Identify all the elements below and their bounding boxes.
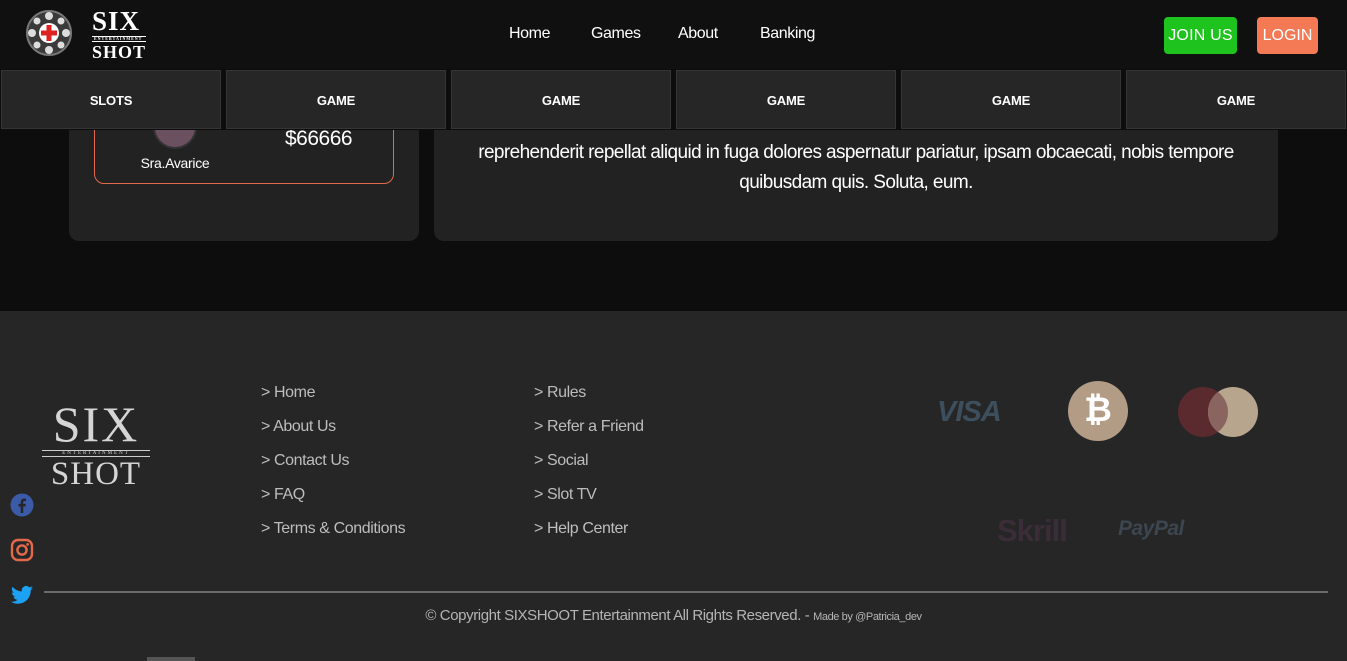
winner-name: Sra.Avarice [140,155,210,171]
bitcoin-icon: ₿ [1068,381,1128,441]
footer-logo-bottom: SHOT [50,456,142,492]
nav-banking[interactable]: Banking [760,25,815,43]
category-slots[interactable]: SLOTS [1,70,221,129]
category-game[interactable]: GAME [451,70,671,129]
visa-logo: VISA [937,396,1002,428]
footer-link-refer[interactable]: > Refer a Friend [534,418,644,452]
footer-logo[interactable]: SIX ENTERTAINMENT SHOT [42,399,150,491]
description-text: reprehenderit repellat aliquid in fuga d… [478,142,1234,193]
category-game[interactable]: GAME [1126,70,1346,129]
category-bar: SLOTS GAME GAME GAME GAME GAME [0,69,1347,130]
join-us-button[interactable]: JOIN US [1164,17,1237,54]
footer-link-rules[interactable]: > Rules [534,384,644,418]
footer-link-social[interactable]: > Social [534,452,644,486]
copyright-text: © Copyright SIXSHOOT Entertainment All R… [425,607,814,624]
footer-link-about[interactable]: > About Us [261,418,405,452]
paypal-logo: PayPal [1118,517,1184,540]
footer-divider [44,591,1328,593]
footer-link-contact[interactable]: > Contact Us [261,452,405,486]
footer-link-faq[interactable]: > FAQ [261,486,405,520]
top-navbar: SIX ENTERTAINMENT SHOT Home Games About … [0,0,1347,69]
footer-link-home[interactable]: > Home [261,384,405,418]
footer-links-col1: > Home > About Us > Contact Us > FAQ > T… [261,384,406,554]
logo-top-text: SIX [92,6,141,36]
nav-about[interactable]: About [678,25,718,43]
footer: SIX ENTERTAINMENT SHOT > Home > About Us… [0,311,1347,661]
footer-link-slot-tv[interactable]: > Slot TV [534,486,644,520]
instagram-icon[interactable] [10,538,34,562]
casino-chip-icon [26,10,72,56]
page: Sra.Avarice $66666 reprehenderit repella… [0,0,1347,661]
copyright: © Copyright SIXSHOOT Entertainment All R… [0,607,1347,624]
winner-amount: $66666 [285,127,353,150]
category-game[interactable]: GAME [901,70,1121,129]
nav-games[interactable]: Games [591,25,641,43]
login-button[interactable]: LOGIN [1257,17,1318,54]
facebook-icon[interactable] [10,493,34,517]
footer-link-help[interactable]: > Help Center [534,520,644,554]
nav-home[interactable]: Home [509,25,550,43]
category-game[interactable]: GAME [676,70,896,129]
made-by-link[interactable]: Made by @Patricia_dev [813,611,922,623]
logo-bottom-text: SHOT [92,42,147,62]
footer-link-terms[interactable]: > Terms & Conditions [261,520,406,554]
twitter-icon[interactable] [10,583,34,607]
horizontal-scrollbar[interactable] [147,657,195,661]
mastercard-icon [1178,387,1258,437]
category-game[interactable]: GAME [226,70,446,129]
footer-links-col2: > Rules > Refer a Friend > Social > Slot… [534,384,644,554]
bitcoin-symbol: ₿ [1084,391,1112,429]
site-logo[interactable]: SIX ENTERTAINMENT SHOT [92,6,147,62]
footer-logo-top: SIX [52,396,140,452]
skrill-logo: Skrill [997,513,1068,548]
